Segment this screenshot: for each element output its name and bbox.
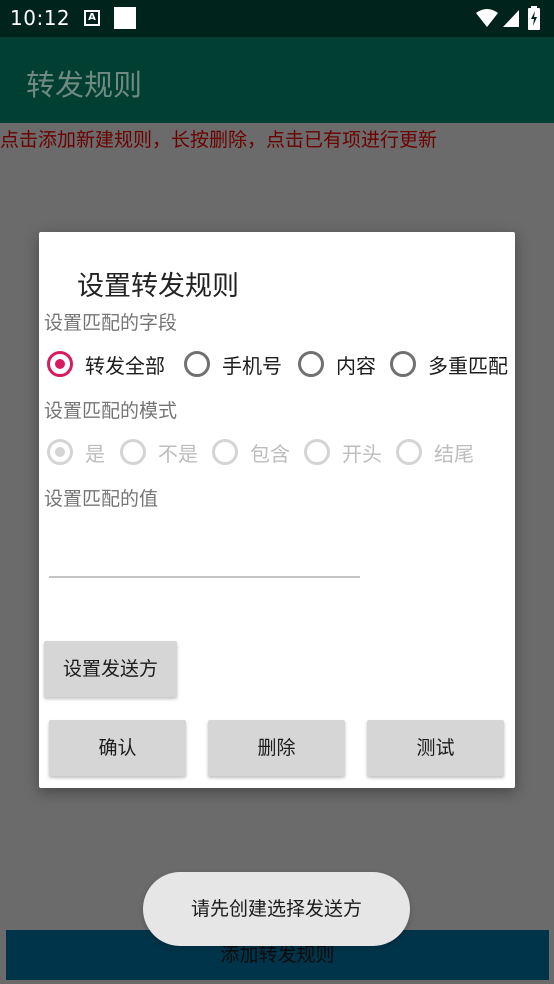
status-bar: 10:12 A	[0, 0, 554, 37]
radio-label: 包含	[250, 441, 290, 466]
radio-unchecked-icon	[120, 439, 146, 465]
radio-label: 多重匹配	[428, 353, 508, 378]
mode-section-label: 设置匹配的模式	[44, 400, 178, 422]
radio-is[interactable]: 是	[47, 432, 105, 472]
value-section-label: 设置匹配的值	[44, 488, 159, 510]
radio-label: 内容	[336, 353, 376, 378]
radio-forward-all[interactable]: 转发全部	[47, 344, 165, 384]
toast-message: 请先创建选择发送方	[143, 872, 410, 946]
radio-checked-icon	[47, 439, 73, 465]
radio-unchecked-icon	[212, 439, 238, 465]
forward-rule-dialog: 设置转发规则 设置匹配的字段 转发全部 手机号 内容 多重匹配 设置匹配的模式 …	[39, 232, 515, 788]
field-section-label: 设置匹配的字段	[44, 312, 178, 334]
radio-phone-number[interactable]: 手机号	[184, 344, 282, 384]
hint-text: 点击添加新建规则，长按删除，点击已有项进行更新	[0, 129, 438, 151]
battery-charging-icon	[528, 6, 540, 30]
notification-square-icon	[114, 7, 136, 29]
radio-contains[interactable]: 包含	[212, 432, 290, 472]
radio-label: 手机号	[222, 353, 282, 378]
keyboard-notification-icon: A	[84, 10, 100, 26]
radio-label: 开头	[342, 441, 382, 466]
match-value-input[interactable]	[49, 532, 360, 578]
signal-icon	[503, 10, 519, 27]
wifi-icon	[476, 9, 498, 27]
page-title: 转发规则	[26, 68, 143, 102]
radio-unchecked-icon	[184, 351, 210, 377]
confirm-button[interactable]: 确认	[49, 720, 186, 776]
radio-label: 不是	[158, 441, 198, 466]
delete-button[interactable]: 删除	[208, 720, 345, 776]
radio-label: 转发全部	[85, 353, 165, 378]
radio-unchecked-icon	[396, 439, 422, 465]
radio-content[interactable]: 内容	[298, 344, 376, 384]
radio-unchecked-icon	[390, 351, 416, 377]
app-bar: 转发规则	[0, 37, 554, 123]
radio-label: 结尾	[434, 441, 474, 466]
test-button[interactable]: 测试	[367, 720, 504, 776]
radio-checked-icon	[47, 351, 73, 377]
status-time: 10:12	[10, 6, 71, 30]
radio-multi-match[interactable]: 多重匹配	[390, 344, 508, 384]
radio-is-not[interactable]: 不是	[120, 432, 198, 472]
radio-starts-with[interactable]: 开头	[304, 432, 382, 472]
set-sender-button[interactable]: 设置发送方	[44, 641, 177, 697]
radio-label: 是	[85, 441, 105, 466]
radio-unchecked-icon	[298, 351, 324, 377]
radio-ends-with[interactable]: 结尾	[396, 432, 474, 472]
dialog-title: 设置转发规则	[77, 271, 239, 302]
radio-unchecked-icon	[304, 439, 330, 465]
